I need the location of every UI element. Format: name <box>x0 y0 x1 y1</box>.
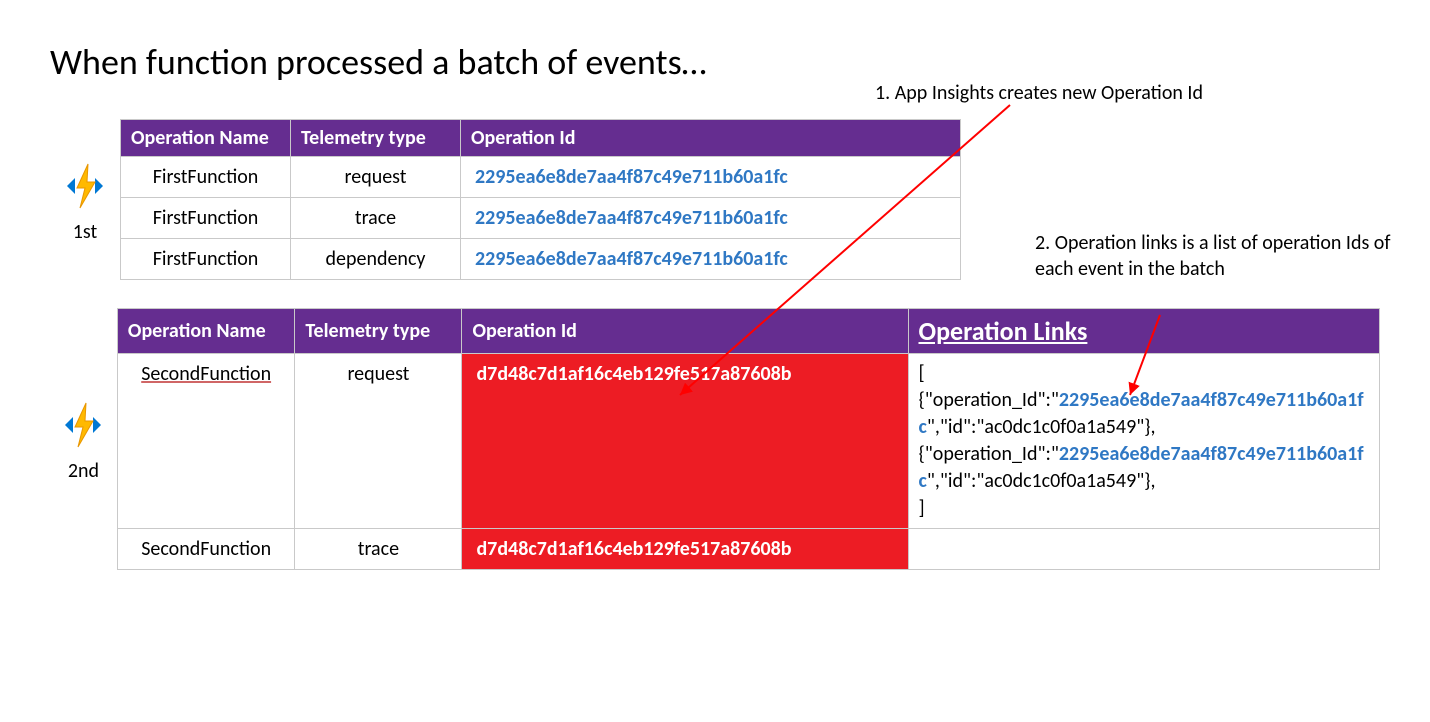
t1-cell: FirstFunction <box>121 198 291 239</box>
page-title: When function processed a batch of event… <box>50 40 1380 84</box>
t2-header-opname: Operation Name <box>117 309 294 354</box>
table-row: FirstFunction dependency 2295ea6e8de7aa4… <box>121 239 961 280</box>
annotation-1: 1. App Insights creates new Operation Id <box>875 80 1203 106</box>
t2-cell: request <box>295 354 462 529</box>
t1-cell: trace <box>291 198 461 239</box>
t1-cell: request <box>291 157 461 198</box>
t2-header-oplinks: Operation Links <box>908 309 1380 354</box>
t1-opid-cell: 2295ea6e8de7aa4f87c49e711b60a1fc <box>461 198 961 239</box>
annotation-2: 2. Operation links is a list of operatio… <box>1035 230 1395 282</box>
t1-header-teltype: Telemetry type <box>291 120 461 157</box>
t1-cell: dependency <box>291 239 461 280</box>
table-row: FirstFunction request 2295ea6e8de7aa4f87… <box>121 157 961 198</box>
json-id-0: ac0dc1c0f0a1a549 <box>984 415 1136 439</box>
azure-functions-icon <box>50 156 120 216</box>
t2-oplinks-cell: [ {"operation_Id":"2295ea6e8de7aa4f87c49… <box>908 354 1380 529</box>
t1-cell: FirstFunction <box>121 239 291 280</box>
t1-cell: FirstFunction <box>121 157 291 198</box>
t1-header-opid: Operation Id <box>461 120 961 157</box>
t2-header-opid: Operation Id <box>462 309 908 354</box>
table-row: SecondFunction request d7d48c7d1af16c4eb… <box>117 354 1379 529</box>
json-bracket-close: ] <box>919 496 925 520</box>
second-table: Operation Name Telemetry type Operation … <box>117 308 1380 570</box>
second-function-cell: SecondFunction <box>141 362 271 386</box>
t2-cell: SecondFunction <box>117 354 294 529</box>
t1-header-opname: Operation Name <box>121 120 291 157</box>
table-row: SecondFunction trace d7d48c7d1af16c4eb12… <box>117 529 1379 570</box>
first-table: Operation Name Telemetry type Operation … <box>120 119 961 280</box>
second-label: 2nd <box>50 459 117 483</box>
t1-opid-cell: 2295ea6e8de7aa4f87c49e711b60a1fc <box>461 157 961 198</box>
operation-links-json: [ {"operation_Id":"2295ea6e8de7aa4f87c49… <box>919 360 1370 522</box>
t2-opid-cell: d7d48c7d1af16c4eb129fe517a87608b <box>462 354 908 529</box>
azure-functions-icon <box>50 395 117 455</box>
json-bracket-open: [ <box>919 361 925 385</box>
t2-header-teltype: Telemetry type <box>295 309 462 354</box>
first-label: 1st <box>50 220 120 244</box>
json-id-1: ac0dc1c0f0a1a549 <box>984 469 1136 493</box>
t2-opid-cell: d7d48c7d1af16c4eb129fe517a87608b <box>462 529 908 570</box>
t2-cell: trace <box>295 529 462 570</box>
t2-oplinks-cell <box>908 529 1380 570</box>
t2-cell: SecondFunction <box>117 529 294 570</box>
t1-opid-cell: 2295ea6e8de7aa4f87c49e711b60a1fc <box>461 239 961 280</box>
table-row: FirstFunction trace 2295ea6e8de7aa4f87c4… <box>121 198 961 239</box>
